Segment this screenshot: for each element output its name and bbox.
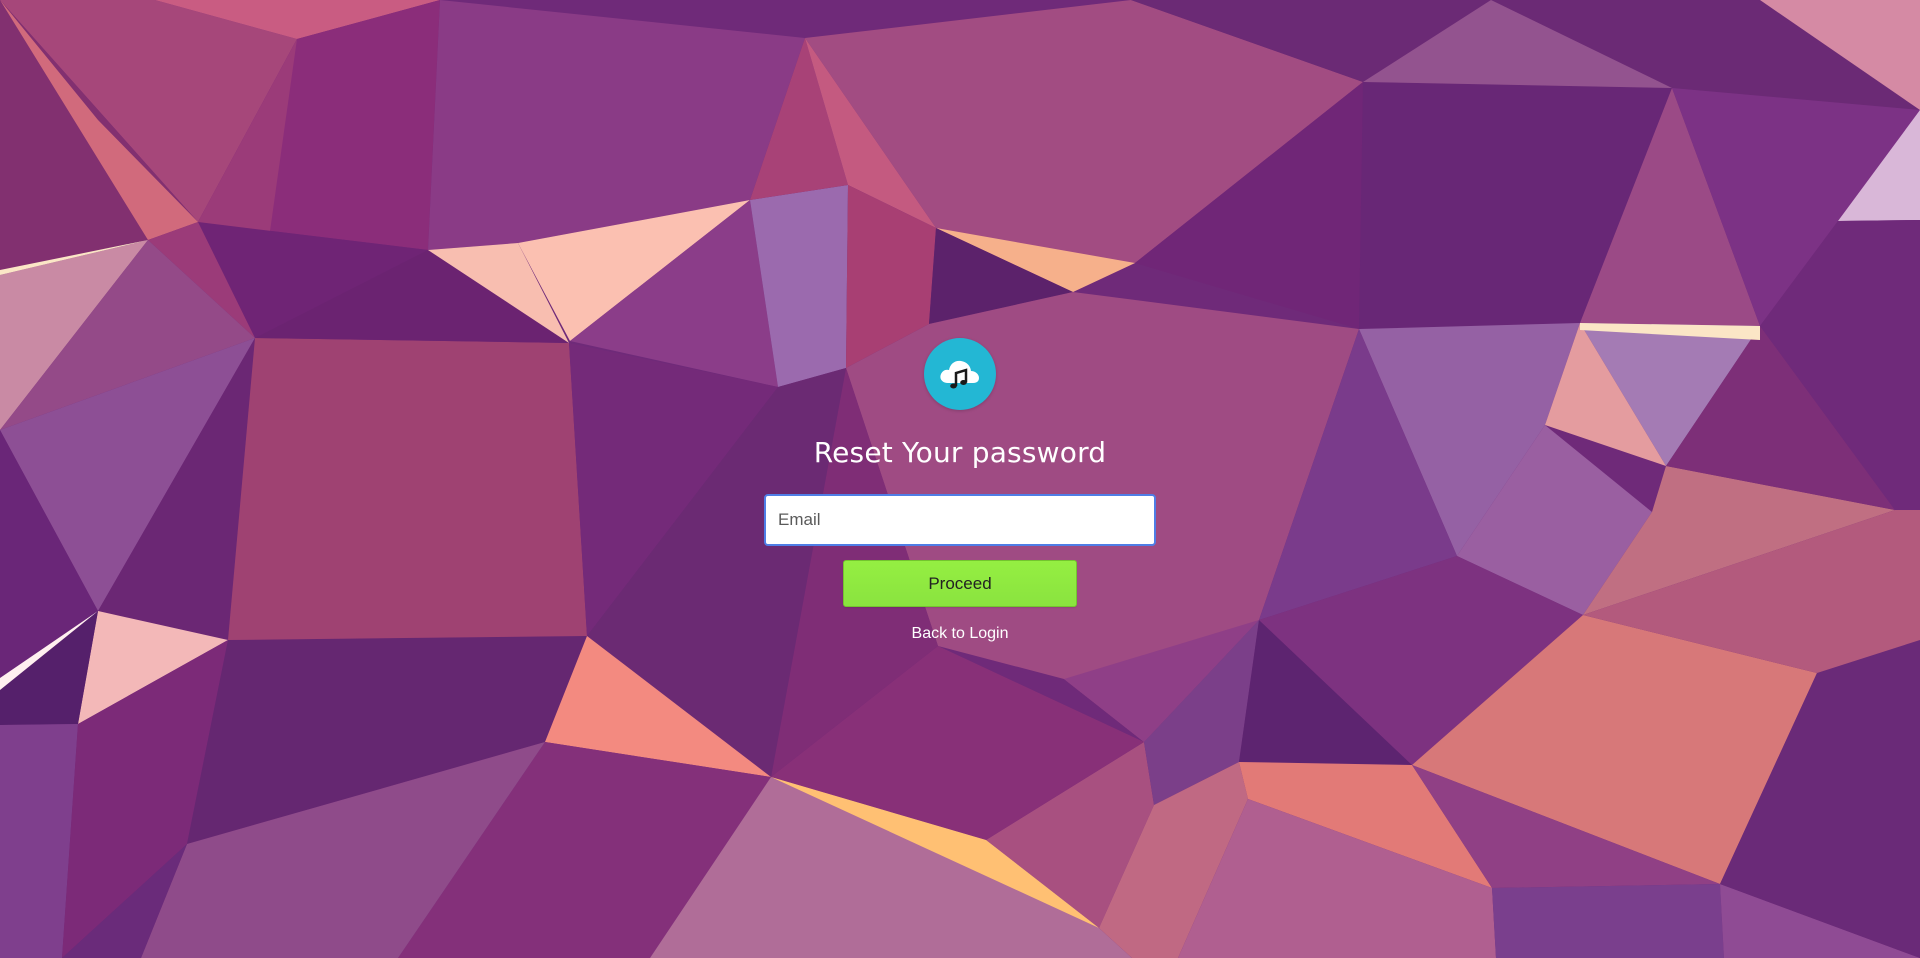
reset-password-page: Reset Your password Proceed Back to Logi… bbox=[0, 0, 1920, 958]
app-logo bbox=[924, 338, 996, 410]
page-title: Reset Your password bbox=[813, 436, 1107, 469]
back-to-login-link[interactable]: Back to Login bbox=[764, 624, 1156, 644]
cloud-music-icon bbox=[940, 360, 979, 389]
email-input[interactable] bbox=[764, 494, 1156, 546]
background-low-poly bbox=[0, 0, 1920, 958]
proceed-button[interactable]: Proceed bbox=[843, 560, 1077, 607]
